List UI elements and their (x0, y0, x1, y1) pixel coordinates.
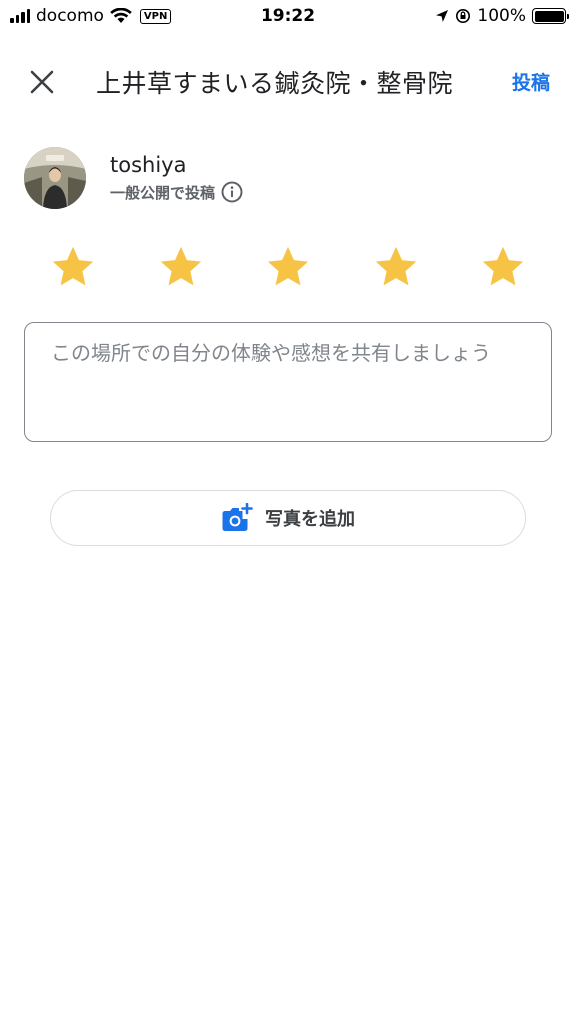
user-name: toshiya (110, 153, 187, 177)
avatar (24, 147, 86, 209)
battery-percent: 100% (477, 6, 526, 26)
review-screen: docomo VPN 19:22 100% 上井草すまいる鍼灸院・整骨院 投稿 … (0, 0, 576, 1024)
location-arrow-icon (436, 10, 449, 22)
status-right: 100% (435, 6, 569, 26)
user-info: toshiya 一般公開で投稿 (110, 153, 243, 203)
visibility-row: 一般公開で投稿 (110, 181, 243, 203)
star-2-icon[interactable] (158, 244, 204, 290)
star-rating (50, 244, 526, 292)
add-photo-label: 写真を追加 (265, 509, 355, 530)
star-5-icon[interactable] (480, 244, 526, 290)
status-bar: docomo VPN 19:22 100% (0, 0, 576, 32)
place-title: 上井草すまいる鍼灸院・整骨院 (96, 69, 454, 98)
carrier-label: docomo (36, 6, 104, 26)
close-button[interactable] (26, 66, 58, 98)
visibility-label: 一般公開で投稿 (110, 183, 216, 202)
vpn-badge: VPN (139, 8, 172, 24)
post-button[interactable]: 投稿 (512, 68, 550, 95)
review-input[interactable] (25, 323, 551, 441)
star-1-icon[interactable] (50, 244, 96, 290)
add-photo-button[interactable]: 写真を追加 (50, 490, 526, 546)
wifi-icon (110, 8, 132, 23)
rotation-lock-icon (456, 9, 471, 23)
close-icon (30, 70, 54, 94)
add-photo-icon (222, 503, 253, 531)
header: 上井草すまいる鍼灸院・整骨院 投稿 (0, 52, 576, 108)
user-row: toshiya 一般公開で投稿 (24, 146, 243, 210)
battery-icon (532, 8, 569, 24)
star-3-icon[interactable] (265, 244, 311, 290)
review-field (24, 322, 552, 442)
info-icon[interactable] (221, 181, 243, 203)
star-4-icon[interactable] (373, 244, 419, 290)
status-left: docomo VPN (10, 6, 172, 26)
signal-icon (10, 9, 30, 23)
